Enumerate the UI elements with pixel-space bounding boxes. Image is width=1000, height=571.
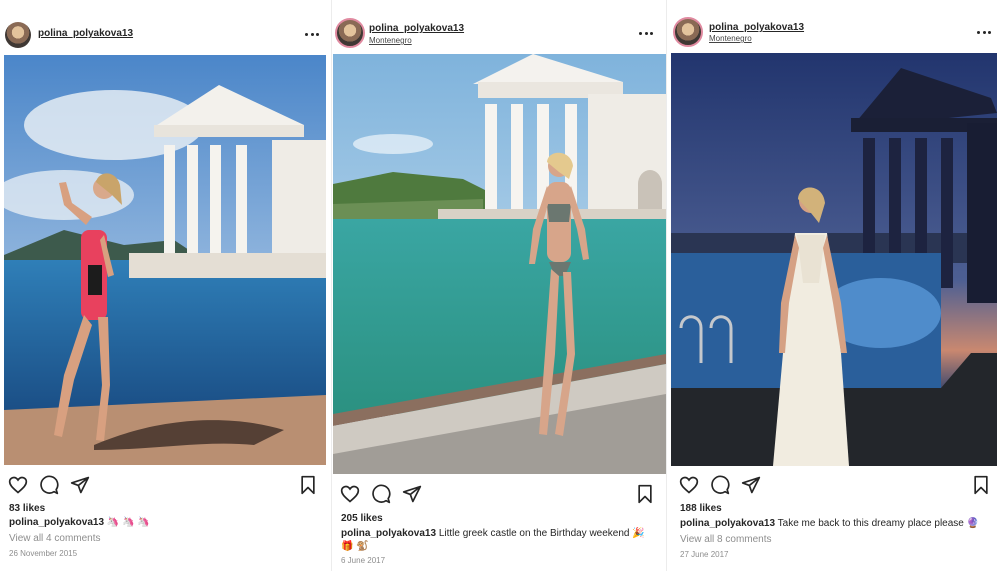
- more-options-icon[interactable]: [305, 32, 319, 36]
- username-link[interactable]: polina_polyakova13: [709, 22, 804, 33]
- post-photo[interactable]: [4, 55, 326, 465]
- heart-icon[interactable]: [340, 484, 360, 504]
- comment-icon[interactable]: [39, 475, 59, 495]
- post-card-2: polina_polyakova13 Montenegro 205 likes …: [331, 0, 666, 571]
- avatar[interactable]: [673, 17, 703, 47]
- caption-username[interactable]: polina_polyakova13: [341, 528, 436, 539]
- post-actions: [340, 484, 658, 506]
- share-icon[interactable]: [70, 475, 90, 495]
- more-options-icon[interactable]: [639, 31, 653, 35]
- avatar[interactable]: [335, 18, 365, 48]
- post-header: polina_polyakova13 Montenegro: [667, 16, 1000, 56]
- post-photo[interactable]: [333, 54, 666, 474]
- post-date: 6 June 2017: [341, 556, 386, 565]
- caption: polina_polyakova13 Little greek castle o…: [341, 527, 659, 553]
- share-icon[interactable]: [402, 484, 422, 504]
- likes-count[interactable]: 205 likes: [341, 513, 383, 524]
- post-date: 27 June 2017: [680, 550, 729, 559]
- comment-icon[interactable]: [710, 475, 730, 495]
- heart-icon[interactable]: [8, 475, 28, 495]
- post-actions: [679, 475, 991, 497]
- post-header: polina_polyakova13: [0, 18, 330, 58]
- bookmark-icon[interactable]: [298, 475, 318, 495]
- location-link[interactable]: Montenegro: [709, 34, 752, 43]
- location-link[interactable]: Montenegro: [369, 36, 412, 45]
- post-photo[interactable]: [671, 53, 997, 466]
- comment-icon[interactable]: [371, 484, 391, 504]
- caption-text: Take me back to this dreamy place please…: [775, 518, 980, 529]
- more-options-icon[interactable]: [977, 30, 991, 34]
- caption: polina_polyakova13 Take me back to this …: [680, 517, 996, 530]
- caption-text: 🦄 🦄 🦄: [104, 517, 150, 528]
- likes-count[interactable]: 188 likes: [680, 503, 722, 514]
- avatar[interactable]: [5, 22, 31, 48]
- post-header: polina_polyakova13 Montenegro: [332, 17, 665, 57]
- post-card-1: polina_polyakova13 83 likes polina_polya…: [0, 0, 330, 571]
- share-icon[interactable]: [741, 475, 761, 495]
- view-comments-link[interactable]: View all 4 comments: [9, 533, 101, 544]
- likes-count[interactable]: 83 likes: [9, 503, 45, 514]
- bookmark-icon[interactable]: [635, 484, 655, 504]
- post-card-3: polina_polyakova13 Montenegro 188 likes …: [666, 0, 1000, 571]
- heart-icon[interactable]: [679, 475, 699, 495]
- username-link[interactable]: polina_polyakova13: [369, 23, 464, 34]
- post-actions: [8, 475, 318, 497]
- view-comments-link[interactable]: View all 8 comments: [680, 534, 772, 545]
- bookmark-icon[interactable]: [971, 475, 991, 495]
- caption-username[interactable]: polina_polyakova13: [9, 517, 104, 528]
- username-link[interactable]: polina_polyakova13: [38, 28, 133, 39]
- caption-username[interactable]: polina_polyakova13: [680, 518, 775, 529]
- caption: polina_polyakova13 🦄 🦄 🦄: [9, 516, 324, 529]
- post-date: 26 November 2015: [9, 549, 78, 558]
